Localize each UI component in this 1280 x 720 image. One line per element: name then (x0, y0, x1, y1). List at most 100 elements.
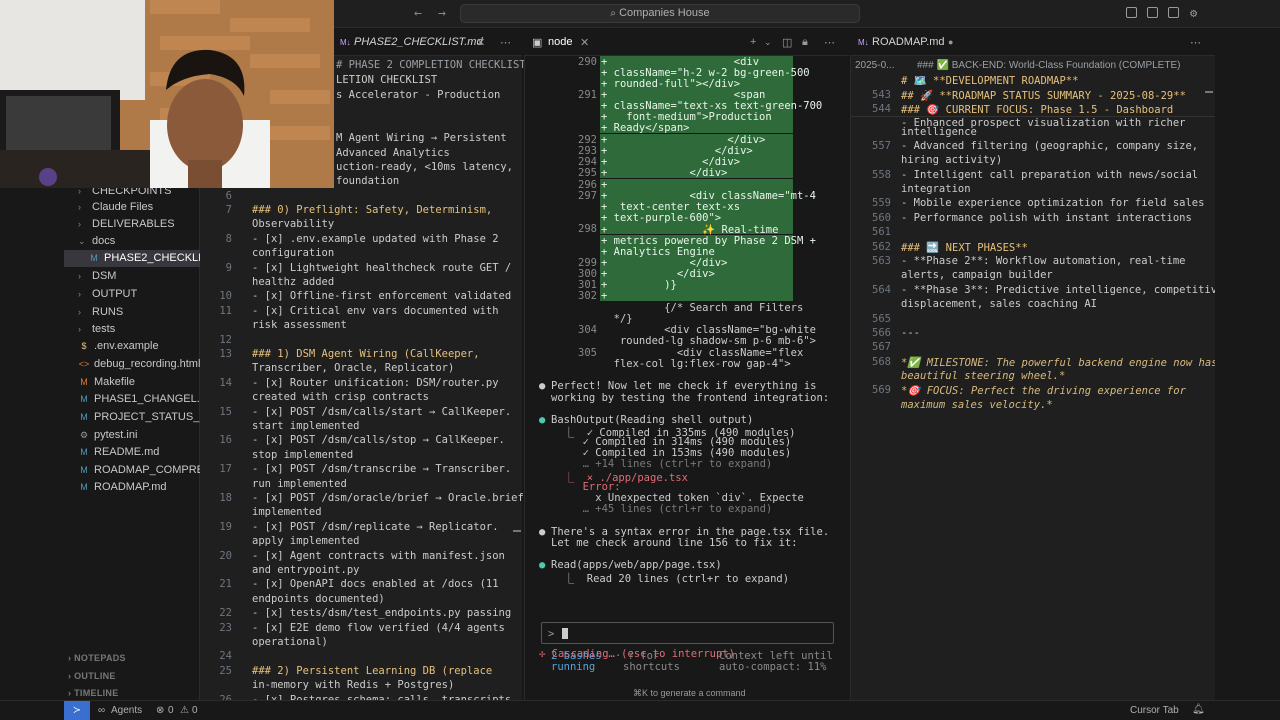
code-line: - [x] POST /dsm/calls/stop → CallKeeper. (252, 434, 505, 446)
explorer-item[interactable]: › DELIVERABLES (64, 216, 200, 233)
bell-icon[interactable]: 🔔︎ (1192, 704, 1205, 715)
split-icon[interactable]: ◫ (782, 36, 792, 49)
explorer-item[interactable]: › tests (64, 321, 200, 338)
explorer-item[interactable]: M README.md (64, 444, 200, 461)
html-file-icon: <> (78, 359, 90, 369)
explorer-item[interactable]: › OUTPUT (64, 286, 200, 303)
line-number: 15 (219, 406, 232, 418)
line-number: 562 (872, 241, 891, 253)
terminal-message: working by testing the frontend integrat… (551, 392, 830, 404)
explorer-item-label: .env.example (94, 340, 159, 352)
toggle-sidebar-icon[interactable] (1126, 7, 1137, 18)
back-arrow-icon[interactable]: ← (414, 6, 422, 21)
terminal-message: … +14 lines (ctrl+r to expand) (551, 458, 773, 470)
explorer-item[interactable]: ⌄ docs (64, 233, 200, 250)
gear-icon[interactable]: ⚙ (1190, 6, 1197, 20)
code-line: integration (901, 183, 971, 195)
code-line: and entrypoint.py (252, 564, 360, 576)
chevron-down-icon[interactable]: ⌄ (764, 37, 772, 48)
markdown-file-icon: M (90, 253, 98, 263)
line-number: 17 (219, 463, 232, 475)
prompt-input-box[interactable]: > (541, 622, 834, 644)
code-line: - [x] POST /dsm/oracle/brief → Oracle.br… (252, 492, 524, 504)
command-center-search[interactable]: ⌕ Companies House (460, 4, 860, 23)
explorer-item[interactable]: <> debug_recording.html (64, 356, 200, 373)
code-line: - Mobile experience optimization for fie… (901, 197, 1205, 209)
code-line: M Agent Wiring → Persistent (336, 132, 507, 144)
close-icon[interactable]: ✕ (476, 36, 485, 49)
code-line: implemented (252, 506, 322, 518)
diff-line: + Ready</span> (601, 122, 690, 134)
explorer-item[interactable]: M PHASE1_CHANGEL... (64, 391, 200, 408)
explorer-item[interactable]: M Makefile (64, 374, 200, 391)
explorer-item[interactable]: ⚙ pytest.ini (64, 427, 200, 444)
diff-highlight (600, 290, 793, 301)
notepads-section[interactable]: › NOTEPADS (68, 653, 126, 663)
code-line: - [x] POST /dsm/transcribe → Transcriber… (252, 463, 512, 475)
outline-section[interactable]: › OUTLINE (68, 671, 116, 681)
agents-icon: ∞ (98, 705, 106, 716)
forward-arrow-icon[interactable]: → (438, 6, 446, 21)
code-line: - [x] Lightweight healthcheck route GET … (252, 262, 512, 274)
line-number: 22 (219, 607, 232, 619)
line-number: 16 (219, 434, 232, 446)
code-line: risk assessment (252, 319, 347, 331)
terminal-panel[interactable]: 290 + <div + className="h-2 w-2 bg-green-5… (524, 56, 849, 700)
remote-icon[interactable]: ≻ (64, 701, 90, 720)
code-line: ### 0) Preflight: Safety, Determinism, (252, 204, 493, 216)
explorer-item[interactable]: › RUNS (64, 304, 200, 321)
more-actions-icon[interactable]: ⋯ (824, 36, 835, 49)
more-actions-icon[interactable]: ⋯ (500, 36, 511, 49)
line-number: 557 (872, 140, 891, 152)
line-number: 569 (872, 384, 891, 396)
more-actions-icon[interactable]: ⋯ (1190, 36, 1201, 49)
sticky-heading: ### 🎯 CURRENT FOCUS: Phase 1.5 - Dashboa… (901, 104, 1174, 116)
tab-roadmap[interactable]: ROADMAP.md (872, 36, 945, 48)
agents-label[interactable]: Agents (111, 705, 142, 716)
chevron-right-icon: › (78, 289, 81, 299)
explorer-item[interactable]: › DSM (64, 268, 200, 285)
scrollbar-marker[interactable] (1205, 91, 1213, 93)
explorer-item[interactable]: M PHASE2_CHECKLI... (64, 250, 200, 267)
unsaved-dot-icon[interactable]: ● (948, 37, 953, 47)
markdown-file-icon: M (80, 447, 88, 457)
explorer-item[interactable]: › Claude Files (64, 199, 200, 216)
code-line: apply implemented (252, 535, 360, 547)
tab-phase2-checklist[interactable]: PHASE2_CHECKLIST.md (354, 36, 483, 48)
search-icon: ⌕ (610, 8, 617, 19)
markdown-file-icon: M (80, 465, 88, 475)
diff-line-number: 297 (578, 190, 597, 202)
code-line: - [x] Offline-first enforcement validate… (252, 290, 512, 302)
toggle-aux-bar-icon[interactable] (1168, 7, 1179, 18)
code-line: Observability (252, 218, 335, 230)
code-line: LETION CHECKLIST (336, 74, 438, 86)
explorer-item[interactable]: M PROJECT_STATUS_... (64, 409, 200, 426)
markdown-file-icon: M (80, 482, 88, 492)
diff-highlight (600, 179, 793, 190)
error-count[interactable]: 0 (168, 705, 174, 716)
context-left-2: auto-compact: 11% (719, 661, 827, 673)
code-line: ### 🔜 NEXT PHASES** (901, 242, 1028, 254)
line-number: 20 (219, 550, 232, 562)
cursor-tab-label[interactable]: Cursor Tab (1130, 705, 1179, 716)
tab-node[interactable]: node (548, 36, 572, 48)
close-icon[interactable]: ✕ (580, 36, 589, 49)
toggle-panel-icon[interactable] (1147, 7, 1158, 18)
lock-icon[interactable]: 🔒︎ (802, 36, 808, 49)
explorer-item[interactable]: M ROADMAP.md (64, 479, 200, 496)
chevron-right-icon: › (78, 324, 81, 334)
code-line: endpoints documented) (252, 593, 385, 605)
scrollbar-marker[interactable] (513, 530, 521, 532)
editor-roadmap[interactable]: 2025-0... ### ✅ BACK-END: World-Class Fo… (850, 56, 1230, 700)
chevron-down-icon: ⌄ (78, 236, 86, 246)
warning-count[interactable]: 0 (192, 705, 198, 716)
code-line: - [x] Critical env vars documented with (252, 305, 499, 317)
timeline-section[interactable]: › TIMELINE (68, 688, 119, 698)
explorer-item-label: PHASE2_CHECKLI... (104, 252, 200, 264)
explorer-item[interactable]: $ .env.example (64, 338, 200, 355)
new-terminal-icon[interactable]: + (750, 36, 756, 48)
diff-line-number: 302 (578, 290, 597, 302)
explorer-item[interactable]: M ROADMAP_COMPRE... (64, 462, 200, 479)
line-number: 19 (219, 521, 232, 533)
explorer-item-label: tests (92, 323, 116, 335)
